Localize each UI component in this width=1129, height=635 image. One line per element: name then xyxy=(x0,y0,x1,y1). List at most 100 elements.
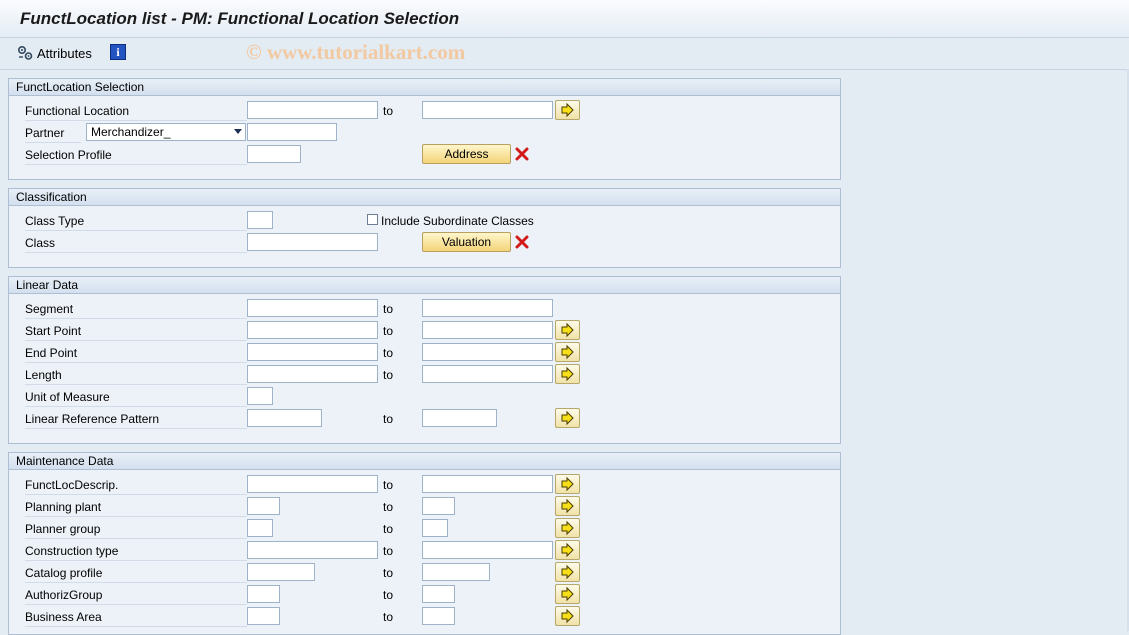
multiple-selection-button[interactable] xyxy=(555,342,580,362)
class-type-label: Class Type xyxy=(25,213,247,231)
planner-group-from-input[interactable] xyxy=(247,519,273,537)
end-point-row: End Point to xyxy=(9,342,840,364)
authoriz-group-to-input[interactable] xyxy=(422,585,455,603)
class-input[interactable] xyxy=(247,233,378,251)
unit-of-measure-label: Unit of Measure xyxy=(25,389,247,407)
multiple-selection-button[interactable] xyxy=(555,584,580,604)
construction-type-row: Construction type to xyxy=(9,540,840,562)
page-title: FunctLocation list - PM: Functional Loca… xyxy=(20,9,460,28)
delete-x-icon[interactable] xyxy=(515,147,529,161)
planner-group-label: Planner group xyxy=(25,521,247,539)
planning-plant-to-input[interactable] xyxy=(422,497,455,515)
attributes-icon xyxy=(17,45,33,60)
classification-group: Classification Class Type Include Subord… xyxy=(8,188,841,268)
end-point-label: End Point xyxy=(25,345,247,363)
length-from-input[interactable] xyxy=(247,365,378,383)
to-label: to xyxy=(383,522,394,536)
to-label: to xyxy=(383,412,394,426)
include-subordinate-label: Include Subordinate Classes xyxy=(381,214,534,228)
multiple-selection-button[interactable] xyxy=(555,562,580,582)
length-row: Length to xyxy=(9,364,840,386)
authoriz-group-row: AuthorizGroup to xyxy=(9,584,840,606)
multiple-selection-button[interactable] xyxy=(555,496,580,516)
multiple-selection-button[interactable] xyxy=(555,100,580,120)
funct-loc-descrip-to-input[interactable] xyxy=(422,475,553,493)
multiple-selection-button[interactable] xyxy=(555,540,580,560)
partner-input[interactable] xyxy=(247,123,337,141)
attributes-button[interactable]: Attributes xyxy=(16,44,92,62)
catalog-profile-from-input[interactable] xyxy=(247,563,315,581)
linear-reference-pattern-label: Linear Reference Pattern xyxy=(25,411,247,429)
delete-x-icon[interactable] xyxy=(515,235,529,249)
class-type-input[interactable] xyxy=(247,211,273,229)
linear-reference-pattern-to-input[interactable] xyxy=(422,409,497,427)
maintenance-data-group: Maintenance Data FunctLocDescrip. to Pla… xyxy=(8,452,841,635)
selection-profile-row: Selection Profile Address xyxy=(9,144,840,166)
authoriz-group-from-input[interactable] xyxy=(247,585,280,603)
arrow-right-icon xyxy=(561,498,574,514)
catalog-profile-label: Catalog profile xyxy=(25,565,247,583)
end-point-to-input[interactable] xyxy=(422,343,553,361)
to-label: to xyxy=(383,544,394,558)
end-point-from-input[interactable] xyxy=(247,343,378,361)
arrow-right-icon xyxy=(561,476,574,492)
linear-reference-pattern-from-input[interactable] xyxy=(247,409,322,427)
partner-function-select[interactable]: Merchandizer_ xyxy=(86,123,246,141)
functional-location-label: Functional Location xyxy=(25,103,247,121)
planning-plant-row: Planning plant to xyxy=(9,496,840,518)
info-icon[interactable]: i xyxy=(110,44,126,60)
include-subordinate-checkbox[interactable] xyxy=(367,214,378,225)
unit-of-measure-input[interactable] xyxy=(247,387,273,405)
arrow-right-icon xyxy=(561,102,574,118)
valuation-button[interactable]: Valuation xyxy=(422,232,511,252)
funct-loc-descrip-label: FunctLocDescrip. xyxy=(25,477,247,495)
multiple-selection-button[interactable] xyxy=(555,474,580,494)
catalog-profile-row: Catalog profile to xyxy=(9,562,840,584)
authoriz-group-label: AuthorizGroup xyxy=(25,587,247,605)
selection-profile-input[interactable] xyxy=(247,145,301,163)
to-label: to xyxy=(383,302,394,316)
multiple-selection-button[interactable] xyxy=(555,606,580,626)
attributes-label: Attributes xyxy=(37,45,92,61)
segment-to-input[interactable] xyxy=(422,299,553,317)
to-label: to xyxy=(383,500,394,514)
business-area-row: Business Area to xyxy=(9,606,840,628)
selection-profile-label: Selection Profile xyxy=(25,147,247,165)
title-bar: FunctLocation list - PM: Functional Loca… xyxy=(0,0,1129,38)
functional-location-row: Functional Location to xyxy=(9,100,840,122)
to-label: to xyxy=(383,478,394,492)
arrow-right-icon xyxy=(561,564,574,580)
partner-row: Partner Merchandizer_ xyxy=(9,122,840,144)
construction-type-from-input[interactable] xyxy=(247,541,378,559)
business-area-from-input[interactable] xyxy=(247,607,280,625)
functional-location-from-input[interactable] xyxy=(247,101,378,119)
business-area-to-input[interactable] xyxy=(422,607,455,625)
unit-of-measure-row: Unit of Measure xyxy=(9,386,840,408)
multiple-selection-button[interactable] xyxy=(555,518,580,538)
arrow-right-icon xyxy=(561,344,574,360)
chevron-down-icon xyxy=(234,129,242,134)
planner-group-to-input[interactable] xyxy=(422,519,448,537)
start-point-to-input[interactable] xyxy=(422,321,553,339)
planning-plant-from-input[interactable] xyxy=(247,497,280,515)
group-header: Maintenance Data xyxy=(9,453,840,470)
start-point-from-input[interactable] xyxy=(247,321,378,339)
segment-from-input[interactable] xyxy=(247,299,378,317)
group-header: Linear Data xyxy=(9,277,840,294)
multiple-selection-button[interactable] xyxy=(555,320,580,340)
arrow-right-icon xyxy=(561,586,574,602)
functional-location-to-input[interactable] xyxy=(422,101,553,119)
linear-data-group: Linear Data Segment to Start Point to En… xyxy=(8,276,841,444)
linear-reference-pattern-row: Linear Reference Pattern to xyxy=(9,408,840,430)
class-row: Class Valuation xyxy=(9,232,840,254)
to-label: to xyxy=(383,368,394,382)
catalog-profile-to-input[interactable] xyxy=(422,563,490,581)
address-button[interactable]: Address xyxy=(422,144,511,164)
multiple-selection-button[interactable] xyxy=(555,408,580,428)
construction-type-to-input[interactable] xyxy=(422,541,553,559)
funct-loc-descrip-from-input[interactable] xyxy=(247,475,378,493)
multiple-selection-button[interactable] xyxy=(555,364,580,384)
arrow-right-icon xyxy=(561,366,574,382)
length-to-input[interactable] xyxy=(422,365,553,383)
start-point-row: Start Point to xyxy=(9,320,840,342)
